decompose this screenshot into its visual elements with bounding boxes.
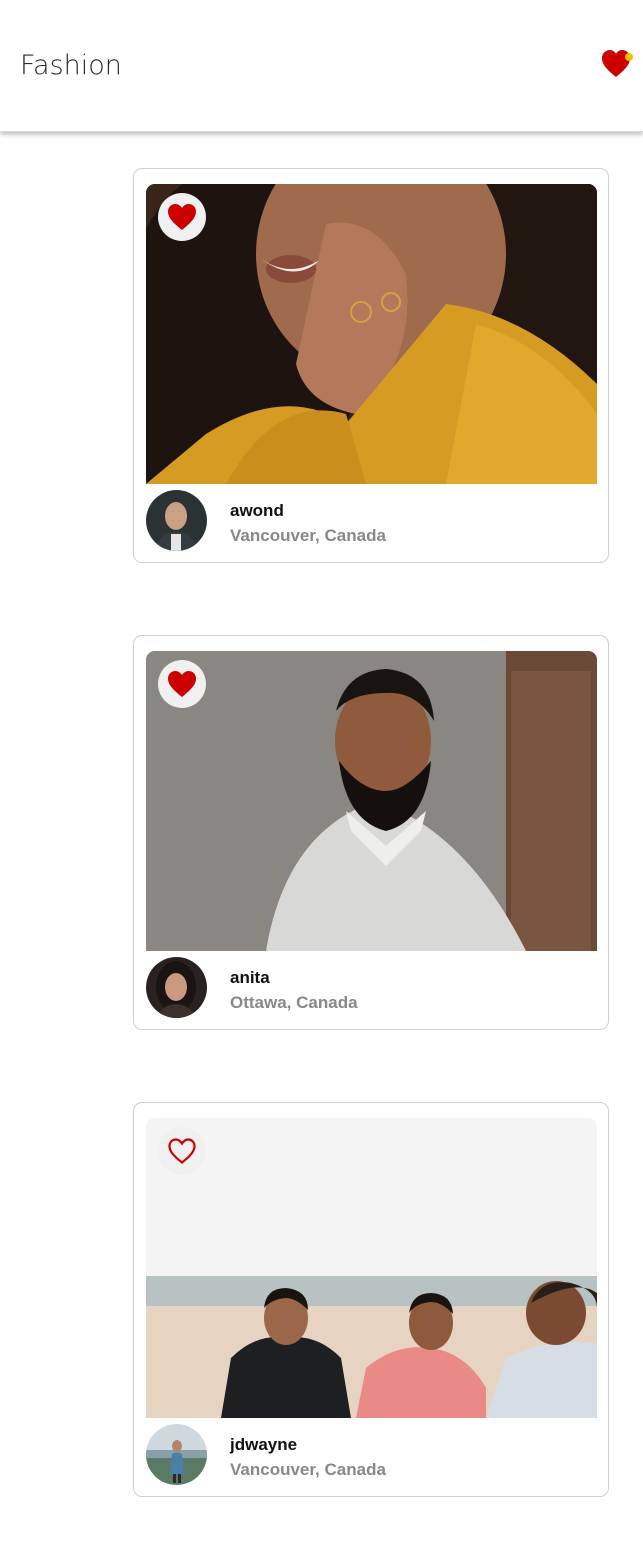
post-card[interactable]: awond Vancouver, Canada <box>133 168 609 563</box>
favorites-button[interactable] <box>601 49 635 79</box>
post-location: Ottawa, Canada <box>230 993 358 1012</box>
post-username[interactable]: awond <box>230 501 284 521</box>
post-photo[interactable] <box>146 184 597 484</box>
avatar[interactable] <box>146 490 207 551</box>
like-button[interactable] <box>158 193 206 241</box>
post-photo[interactable] <box>146 1118 597 1418</box>
avatar[interactable] <box>146 957 207 1018</box>
heart-filled-icon <box>168 204 196 230</box>
like-button[interactable] <box>158 1127 206 1175</box>
post-card[interactable]: anita Ottawa, Canada <box>133 635 609 1030</box>
avatar[interactable] <box>146 1424 207 1485</box>
app-header: Fashion <box>0 0 643 132</box>
post-photo[interactable] <box>146 651 597 951</box>
heart-filled-icon <box>168 671 196 697</box>
post-username[interactable]: jdwayne <box>230 1435 297 1455</box>
post-card[interactable]: jdwayne Vancouver, Canada <box>133 1102 609 1497</box>
notification-badge <box>625 53 633 61</box>
page-title: Fashion <box>20 50 122 81</box>
post-location: Vancouver, Canada <box>230 526 386 545</box>
heart-outline-icon <box>168 1138 196 1164</box>
post-location: Vancouver, Canada <box>230 1460 386 1479</box>
heart-icon <box>602 50 633 77</box>
post-username[interactable]: anita <box>230 968 270 988</box>
like-button[interactable] <box>158 660 206 708</box>
